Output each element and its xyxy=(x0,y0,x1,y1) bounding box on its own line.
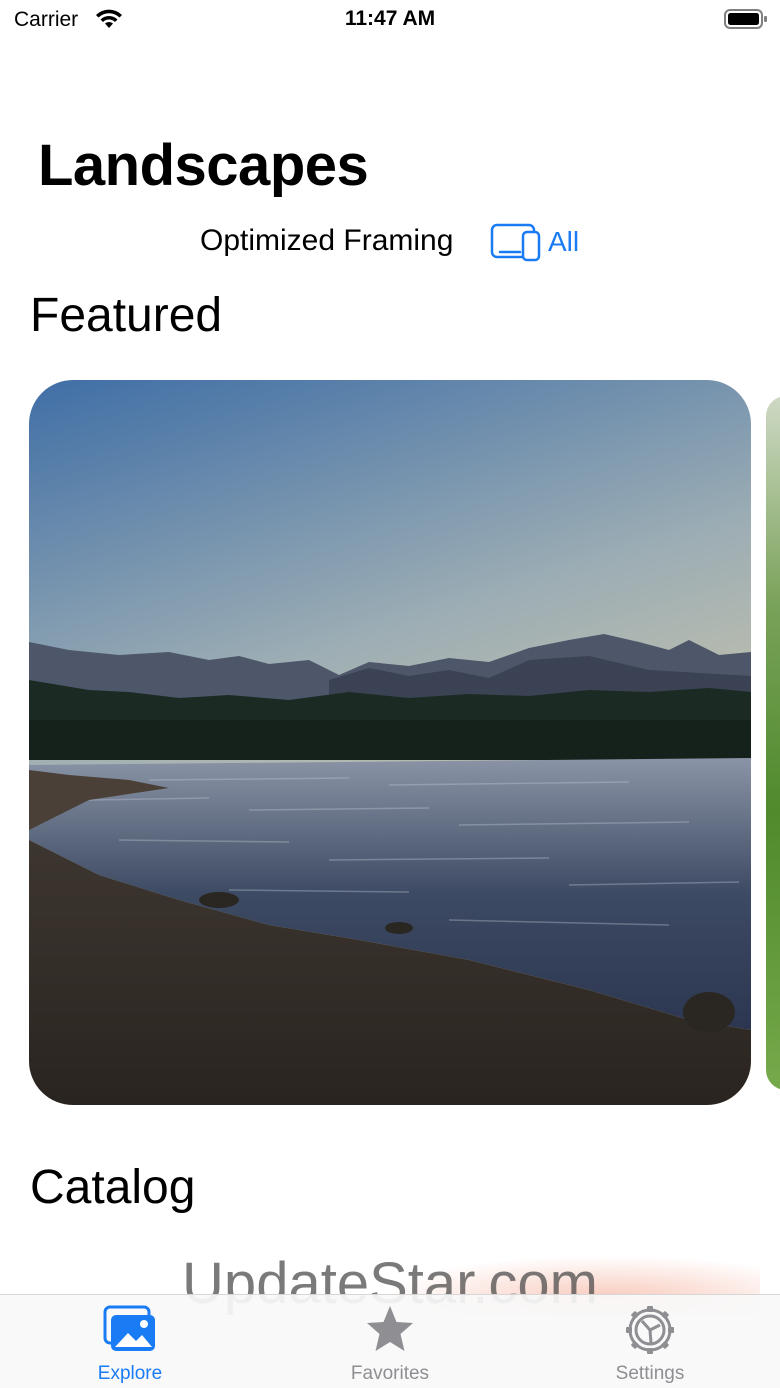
next-landscape-card[interactable] xyxy=(766,396,780,1090)
featured-heading: Featured xyxy=(30,289,223,342)
gear-icon xyxy=(626,1306,674,1354)
tab-bar: Explore Favorites Settings xyxy=(0,1294,780,1388)
battery-icon xyxy=(724,9,767,29)
tab-explore[interactable]: Explore xyxy=(30,1295,230,1388)
catalog-heading: Catalog xyxy=(30,1161,196,1214)
tab-settings-label: Settings xyxy=(615,1363,685,1384)
tab-settings[interactable]: Settings xyxy=(550,1295,750,1388)
clock: 11:47 AM xyxy=(344,7,436,30)
tab-favorites[interactable]: Favorites xyxy=(290,1295,490,1388)
framing-all-button[interactable]: All xyxy=(490,222,579,262)
framing-all-label: All xyxy=(548,226,580,257)
tab-favorites-label: Favorites xyxy=(350,1363,430,1384)
status-bar: Carrier 11:47 AM xyxy=(0,0,780,44)
photos-icon xyxy=(103,1305,155,1351)
page-title: Landscapes xyxy=(38,133,369,198)
devices-icon xyxy=(490,223,541,262)
star-icon xyxy=(367,1306,413,1351)
featured-landscape-card[interactable] xyxy=(29,380,751,1105)
framing-label: Optimized Framing xyxy=(200,224,454,257)
tab-explore-label: Explore xyxy=(97,1363,163,1384)
framing-row: Optimized Framing All xyxy=(0,222,780,262)
lake-mountains-image xyxy=(29,380,751,1105)
